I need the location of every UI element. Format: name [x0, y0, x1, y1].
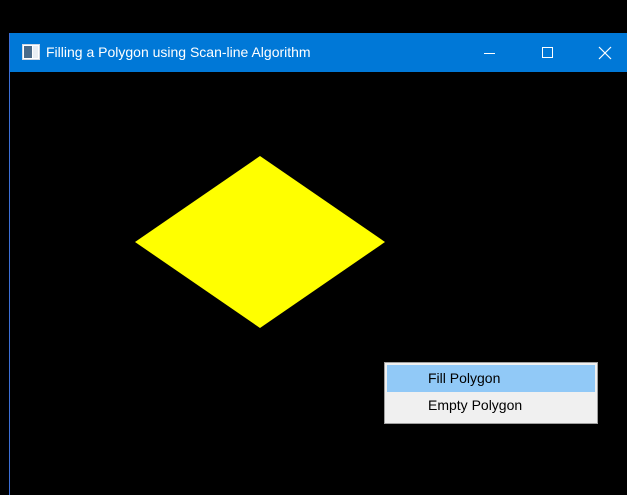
app-window: Filling a Polygon using Scan-line Algori… — [9, 33, 627, 495]
close-icon — [598, 46, 612, 60]
menu-item-empty-polygon[interactable]: Empty Polygon — [387, 392, 595, 419]
title-bar[interactable]: Filling a Polygon using Scan-line Algori… — [10, 33, 627, 72]
menu-item-fill-polygon[interactable]: Fill Polygon — [387, 365, 595, 392]
maximize-button[interactable] — [524, 33, 570, 72]
menu-item-label: Empty Polygon — [428, 397, 523, 413]
close-button[interactable] — [580, 33, 626, 72]
context-menu: Fill Polygon Empty Polygon — [384, 362, 598, 424]
minimize-icon — [484, 53, 495, 54]
window-title: Filling a Polygon using Scan-line Algori… — [46, 44, 311, 60]
app-icon — [22, 44, 40, 60]
filled-polygon — [135, 156, 385, 328]
drawing-canvas[interactable]: Fill Polygon Empty Polygon — [10, 72, 627, 495]
minimize-button[interactable] — [466, 33, 512, 72]
maximize-icon — [542, 47, 553, 58]
menu-item-label: Fill Polygon — [428, 370, 501, 386]
